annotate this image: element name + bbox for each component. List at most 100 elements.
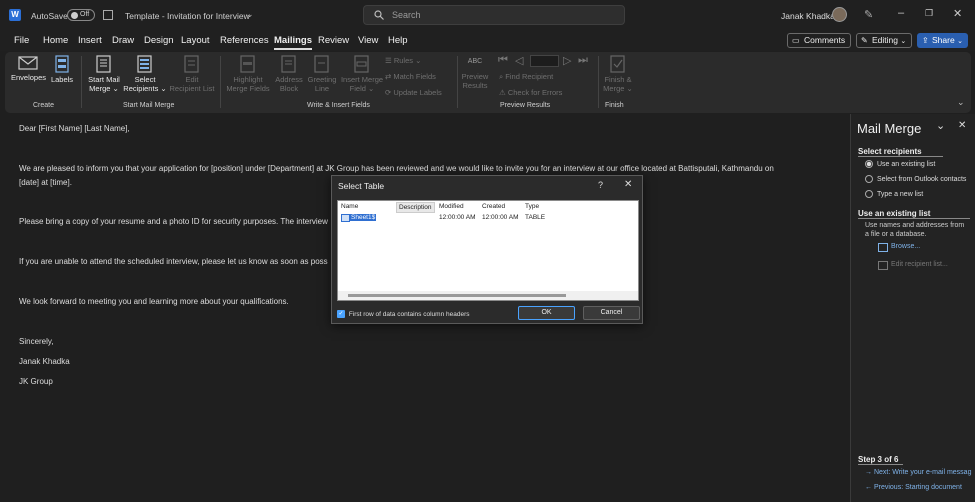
editing-button[interactable]: ✎ Editing ⌄ — [856, 33, 912, 48]
dialog-help-icon[interactable]: ? — [598, 180, 603, 190]
create-group-label: Create — [33, 102, 55, 109]
find-recipient-button[interactable]: ⌕ Find Recipient — [499, 72, 553, 82]
autosave-label: AutoSave — [31, 11, 68, 21]
cancel-button[interactable]: Cancel — [583, 306, 640, 320]
tab-mailings[interactable]: Mailings — [274, 35, 313, 50]
preview-results-button[interactable]: ABC Preview Results — [460, 55, 490, 90]
ribbon-collapse-chevron-icon[interactable]: ⌄ — [957, 97, 965, 108]
tab-insert[interactable]: Insert — [78, 35, 102, 46]
minimize-icon[interactable]: – — [898, 7, 904, 19]
tab-design[interactable]: Design — [144, 35, 174, 46]
autosave-toggle[interactable]: Off — [67, 9, 95, 21]
tab-help[interactable]: Help — [388, 35, 408, 46]
comments-button[interactable]: ▭ Comments — [787, 33, 851, 48]
edit-recipient-list-link[interactable]: Edit recipient list... — [878, 261, 948, 270]
dialog-close-icon[interactable]: ✕ — [624, 179, 632, 190]
write-insert-group-label: Write & Insert Fields — [307, 102, 370, 109]
row-created: 12:00:00 AM — [482, 214, 519, 221]
column-header-name[interactable]: Name — [341, 203, 358, 210]
search-box[interactable]: Search — [363, 5, 625, 25]
update-labels-button[interactable]: ⟳ Update Labels — [385, 88, 442, 97]
column-header-created[interactable]: Created — [482, 203, 505, 210]
finish-merge-button[interactable]: Finish & Merge ⌄ — [601, 55, 635, 93]
check-errors-button[interactable]: ⚠ Check for Errors — [499, 88, 562, 97]
restore-icon[interactable]: ❐ — [925, 8, 933, 19]
last-record-icon[interactable]: ⏭ — [578, 54, 588, 67]
document-title[interactable]: Template - Invitation for Interview — [125, 11, 250, 21]
select-recipients-button[interactable]: Select Recipients ⌄ — [123, 55, 167, 93]
tab-layout[interactable]: Layout — [181, 35, 210, 46]
headers-checkbox[interactable]: ✓ — [337, 310, 345, 318]
tab-references[interactable]: References — [220, 35, 269, 46]
tab-file[interactable]: File — [14, 35, 29, 46]
user-name[interactable]: Janak Khadka — [781, 11, 835, 21]
save-icon[interactable] — [103, 10, 113, 20]
pane-close-icon[interactable]: ✕ — [958, 120, 966, 131]
pane-options-chevron-icon[interactable]: ⌄ — [936, 119, 945, 132]
pane-title: Mail Merge — [857, 121, 922, 136]
horizontal-scrollbar[interactable] — [338, 291, 638, 300]
radio-new-list[interactable]: Type a new list — [865, 190, 923, 198]
address-block-icon — [281, 55, 296, 73]
scrollbar-thumb[interactable] — [348, 294, 566, 297]
next-step-link[interactable]: → Next: Write your e-mail messag — [865, 469, 971, 476]
column-header-description[interactable]: Description — [396, 202, 435, 213]
row-name: Sheet1$ — [350, 214, 377, 221]
avatar[interactable] — [832, 7, 847, 22]
pane-description-2: a file or a database. — [865, 231, 927, 238]
insert-merge-field-button[interactable]: Insert Merge Field ⌄ — [339, 55, 385, 93]
ok-button[interactable]: OK — [518, 306, 575, 320]
edit-recipient-list-button[interactable]: Edit Recipient List — [168, 55, 216, 93]
first-record-icon[interactable]: ⏮ — [498, 54, 508, 67]
record-number-input[interactable] — [530, 55, 559, 67]
previous-step-link[interactable]: ← Previous: Starting document — [865, 484, 962, 491]
rules-chevron-down-icon: ⌄ — [413, 56, 422, 65]
labels-button[interactable]: Labels — [49, 55, 75, 84]
tab-draw[interactable]: Draw — [112, 35, 134, 46]
column-header-type[interactable]: Type — [525, 203, 539, 210]
pen-icon[interactable]: ✎ — [864, 8, 873, 21]
share-button[interactable]: ⇪ Share ⌄ — [917, 33, 968, 48]
check-errors-icon: ⚠ — [499, 88, 508, 97]
mail-merge-icon — [96, 55, 111, 73]
rules-button[interactable]: ☰ Rules ⌄ — [385, 56, 421, 65]
radio-use-existing[interactable]: Use an existing list — [865, 160, 935, 168]
select-recipients-heading: Select recipients — [858, 147, 922, 156]
signature-name: Janak Khadka — [19, 357, 70, 366]
heading-underline — [858, 156, 943, 157]
title-chevron-down-icon[interactable]: ⌄ — [246, 9, 254, 20]
autosave-state: Off — [80, 11, 90, 18]
finish-chevron-down-icon: ⌄ — [624, 84, 633, 93]
start-mail-merge-button[interactable]: Start Mail Merge ⌄ — [85, 55, 123, 93]
body-paragraph-1: We are pleased to inform you that your a… — [19, 164, 774, 173]
radio-outlook-contacts[interactable]: Select from Outlook contacts — [865, 175, 966, 183]
tab-review[interactable]: Review — [318, 35, 349, 46]
title-bar: W AutoSave Off Template - Invitation for… — [0, 0, 975, 31]
headers-checkbox-row[interactable]: ✓ First row of data contains column head… — [337, 310, 469, 318]
highlight-merge-fields-button[interactable]: Highlight Merge Fields — [224, 55, 272, 93]
envelopes-button[interactable]: Envelopes — [11, 55, 46, 82]
browse-link[interactable]: Browse... — [878, 243, 920, 252]
tab-home[interactable]: Home — [43, 35, 68, 46]
close-window-icon[interactable]: ✕ — [953, 7, 962, 20]
next-record-icon[interactable]: ▷ — [563, 54, 571, 67]
signature-company: JK Group — [19, 377, 53, 386]
recipients-icon — [137, 55, 152, 73]
edit-pencil-icon: ✎ — [861, 36, 868, 45]
address-block-button[interactable]: Address Block — [273, 55, 305, 93]
body-paragraph-1-cont: [date] at [time]. — [19, 178, 72, 187]
step-indicator: Step 3 of 6 — [858, 455, 899, 464]
tab-view[interactable]: View — [358, 35, 378, 46]
row-modified: 12:00:00 AM — [439, 214, 476, 221]
column-header-modified[interactable]: Modified — [439, 203, 464, 210]
previous-record-icon[interactable]: ◁ — [515, 54, 523, 67]
comment-icon: ▭ — [792, 36, 800, 45]
dialog-title: Select Table — [338, 181, 385, 191]
match-fields-button[interactable]: ⇄ Match Fields — [385, 72, 436, 81]
recipients-chevron-down-icon: ⌄ — [158, 84, 167, 93]
select-table-dialog: Select Table ? ✕ Name Description Modifi… — [331, 175, 643, 324]
greeting-line-button[interactable]: Greeting Line — [305, 55, 339, 93]
greeting-line-icon — [314, 55, 329, 73]
table-list[interactable]: Name Description Modified Created Type S… — [337, 200, 639, 301]
table-row[interactable]: Sheet1$ 12:00:00 AM 12:00:00 AM TABLE — [338, 214, 638, 224]
